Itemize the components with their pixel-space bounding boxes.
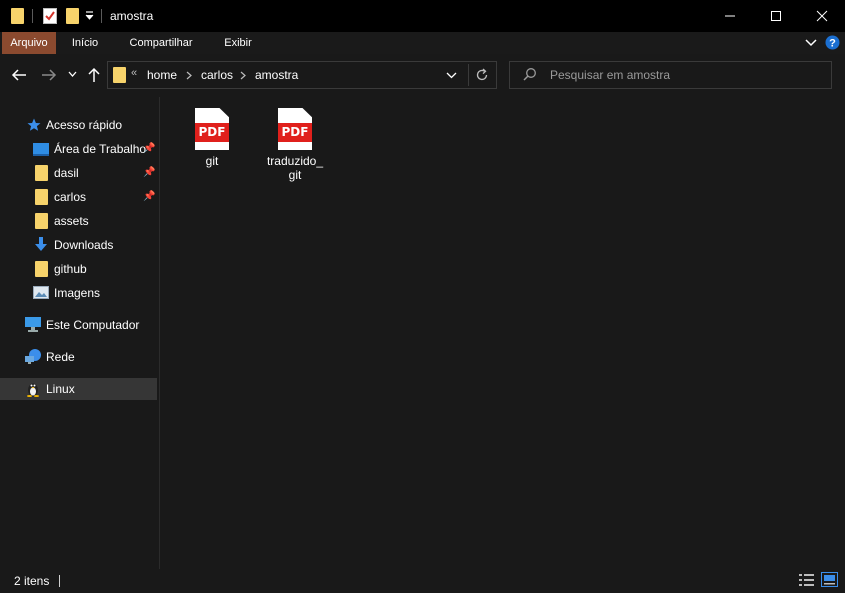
pin-icon[interactable]: 📌 xyxy=(143,143,155,154)
chevron-right-icon[interactable] xyxy=(240,71,246,80)
maximize-icon xyxy=(771,11,781,21)
up-arrow-icon[interactable] xyxy=(86,67,102,83)
properties-icon[interactable] xyxy=(43,7,57,24)
breadcrumb-home[interactable]: home xyxy=(147,68,177,82)
sidebar-item-dasil[interactable]: dasil 📌 xyxy=(0,162,157,184)
nav-label: Rede xyxy=(46,350,75,364)
sidebar-item-downloads[interactable]: Downloads xyxy=(0,234,157,256)
linux-tux-icon xyxy=(27,383,39,397)
nav-quick-access[interactable]: Acesso rápido xyxy=(0,114,157,136)
nav-label: carlos xyxy=(54,190,87,204)
nav-label: Área de Trabalho xyxy=(54,142,147,156)
sidebar-item-carlos[interactable]: carlos 📌 xyxy=(0,186,157,208)
svg-text:?: ? xyxy=(829,38,836,50)
download-icon xyxy=(35,237,47,251)
folder-icon xyxy=(35,189,48,205)
close-icon xyxy=(816,10,828,22)
new-folder-icon[interactable] xyxy=(66,8,79,24)
folder-icon xyxy=(35,261,48,277)
desktop-icon xyxy=(33,143,49,156)
address-history-chevron-icon[interactable] xyxy=(446,72,457,79)
maximize-button[interactable] xyxy=(753,0,799,32)
details-view-icon[interactable] xyxy=(799,573,815,587)
forward-arrow-icon[interactable] xyxy=(41,67,57,83)
nav-label: Acesso rápido xyxy=(46,118,123,132)
sidebar-item-imagens[interactable]: Imagens xyxy=(0,282,157,304)
pictures-icon xyxy=(33,286,49,299)
sidebar-item-github[interactable]: github xyxy=(0,258,157,280)
breadcrumb-carlos[interactable]: carlos xyxy=(201,68,233,82)
computer-icon xyxy=(25,317,41,332)
customize-dropdown-icon[interactable] xyxy=(85,11,94,21)
status-item-count: 2 itens xyxy=(14,574,50,588)
file-name: git xyxy=(205,154,219,168)
pane-divider[interactable] xyxy=(159,97,160,569)
folder-icon xyxy=(11,8,24,24)
tab-inicio[interactable]: Início xyxy=(60,32,110,54)
file-item-traduzido-git[interactable]: PDF traduzido_ git xyxy=(258,108,332,182)
pin-icon[interactable]: 📌 xyxy=(143,191,155,202)
nav-network[interactable]: Rede xyxy=(0,346,157,368)
nav-label: Imagens xyxy=(54,286,101,300)
minimize-button[interactable] xyxy=(707,0,753,32)
breadcrumb-amostra[interactable]: amostra xyxy=(255,68,298,82)
folder-icon xyxy=(35,165,48,181)
address-divider xyxy=(468,64,469,86)
tab-arquivo[interactable]: Arquivo xyxy=(2,32,56,54)
search-icon xyxy=(523,68,536,81)
window-title: amostra xyxy=(110,9,154,23)
nav-label: Linux xyxy=(46,382,75,396)
file-item-git[interactable]: PDF git xyxy=(175,108,249,168)
status-separator xyxy=(59,575,60,587)
expand-ribbon-icon[interactable] xyxy=(805,38,817,47)
nav-label: Downloads xyxy=(54,238,114,252)
network-icon xyxy=(25,349,41,364)
folder-icon xyxy=(35,213,48,229)
file-name: traduzido_ git xyxy=(266,154,324,182)
nav-this-pc[interactable]: Este Computador xyxy=(0,314,157,336)
toolbar-separator xyxy=(101,9,102,23)
search-placeholder: Pesquisar em amostra xyxy=(550,68,671,82)
status-bar xyxy=(0,569,845,593)
pdf-file-icon: PDF xyxy=(278,108,312,150)
chevron-right-icon[interactable] xyxy=(186,71,192,80)
breadcrumb-overflow[interactable]: « xyxy=(131,67,137,79)
nav-label: Este Computador xyxy=(46,318,140,332)
sidebar-item-area-de-trabalho[interactable]: Área de Trabalho 📌 xyxy=(0,138,157,160)
sidebar-item-assets[interactable]: assets xyxy=(0,210,157,232)
tab-compartilhar[interactable]: Compartilhar xyxy=(118,32,204,54)
pdf-file-icon: PDF xyxy=(195,108,229,150)
recent-locations-chevron-icon[interactable] xyxy=(68,71,77,78)
tab-exibir[interactable]: Exibir xyxy=(212,32,264,54)
close-button[interactable] xyxy=(799,0,845,32)
nav-label: assets xyxy=(54,214,89,228)
help-icon[interactable]: ? xyxy=(825,35,840,50)
large-icons-view-icon[interactable] xyxy=(821,572,838,587)
minimize-icon xyxy=(725,15,735,17)
pin-icon[interactable]: 📌 xyxy=(143,167,155,178)
star-icon xyxy=(27,118,41,131)
refresh-icon[interactable] xyxy=(475,68,489,82)
nav-label: dasil xyxy=(54,166,79,180)
toolbar-separator xyxy=(32,9,33,23)
back-arrow-icon[interactable] xyxy=(11,67,27,83)
nav-label: github xyxy=(54,262,87,276)
nav-linux[interactable]: Linux xyxy=(0,378,157,400)
folder-icon xyxy=(113,67,126,83)
